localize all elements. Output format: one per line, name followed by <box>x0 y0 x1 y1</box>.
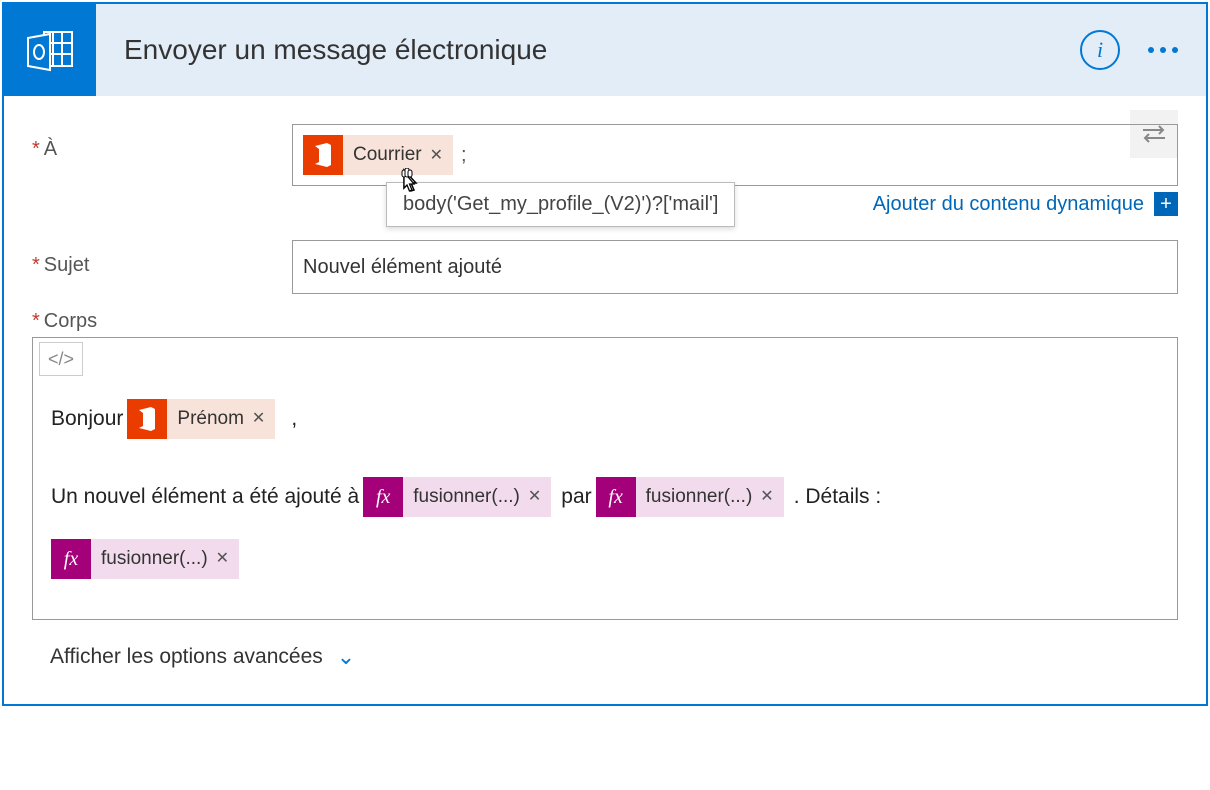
to-token-courrier[interactable]: Courrier ✕ <box>303 135 453 175</box>
card-body: *À Courrier ✕ ; Ajoute <box>4 96 1206 704</box>
body-text: Bonjour <box>51 396 123 442</box>
body-token-fx-3[interactable]: fx fusionner(...) ✕ <box>51 539 239 579</box>
card-header: Envoyer un message électronique i <box>4 4 1206 96</box>
advanced-options-toggle[interactable]: Afficher les options avancées ⌄ <box>32 644 1178 670</box>
add-dynamic-content-link[interactable]: Ajouter du contenu dynamique <box>873 193 1144 216</box>
add-dynamic-plus-button[interactable]: + <box>1154 192 1178 216</box>
body-token-prenom[interactable]: Prénom ✕ <box>127 399 275 439</box>
card-title: Envoyer un message électronique <box>124 34 1080 66</box>
remove-token-icon[interactable]: ✕ <box>760 479 773 514</box>
body-token-fx-1[interactable]: fx fusionner(...) ✕ <box>363 477 551 517</box>
to-input[interactable]: Courrier ✕ ; <box>292 124 1178 186</box>
token-text: Courrier <box>353 144 422 166</box>
subject-input[interactable]: Nouvel élément ajouté <box>292 240 1178 294</box>
fx-icon: fx <box>596 477 636 517</box>
subject-label: *Sujet <box>32 240 292 277</box>
subject-field-row: *Sujet Nouvel élément ajouté <box>32 240 1178 294</box>
body-text: par <box>561 474 591 520</box>
body-toolbar: </> <box>33 338 1177 381</box>
expression-tooltip: body('Get_my_profile_(V2)')?['mail'] <box>386 182 735 227</box>
remove-token-icon[interactable]: ✕ <box>528 479 541 514</box>
outlook-icon <box>4 4 96 96</box>
body-label: *Corps <box>32 310 1178 333</box>
office-icon <box>303 135 343 175</box>
advanced-label: Afficher les options avancées <box>50 645 323 669</box>
token-text: fusionner(...) <box>646 476 753 518</box>
subject-value: Nouvel élément ajouté <box>303 256 502 279</box>
to-field-row: *À Courrier ✕ ; Ajoute <box>32 124 1178 216</box>
to-label: *À <box>32 124 292 161</box>
remove-token-icon[interactable]: ✕ <box>252 401 265 436</box>
token-text: Prénom <box>177 398 244 440</box>
token-text: fusionner(...) <box>413 476 520 518</box>
separator-text: ; <box>461 144 467 167</box>
body-text: . Détails : <box>794 474 882 520</box>
office-icon <box>127 399 167 439</box>
chevron-down-icon: ⌄ <box>337 644 355 670</box>
body-text: Un nouvel élément a été ajouté à <box>51 474 359 520</box>
more-menu-icon[interactable] <box>1148 47 1178 53</box>
token-text: fusionner(...) <box>101 538 208 580</box>
code-view-button[interactable]: </> <box>39 342 83 376</box>
fx-icon: fx <box>51 539 91 579</box>
body-content[interactable]: Bonjour Prénom ✕ , <box>33 381 1177 619</box>
body-text: , <box>291 396 297 442</box>
fx-icon: fx <box>363 477 403 517</box>
remove-token-icon[interactable]: ✕ <box>216 541 229 576</box>
remove-token-icon[interactable]: ✕ <box>430 145 443 165</box>
body-field-block: *Corps </> Bonjour Prénom <box>32 310 1178 620</box>
body-editor: </> Bonjour Prénom ✕ <box>32 337 1178 620</box>
action-card: Envoyer un message électronique i *À <box>2 2 1208 706</box>
info-icon[interactable]: i <box>1080 30 1120 70</box>
body-token-fx-2[interactable]: fx fusionner(...) ✕ <box>596 477 784 517</box>
